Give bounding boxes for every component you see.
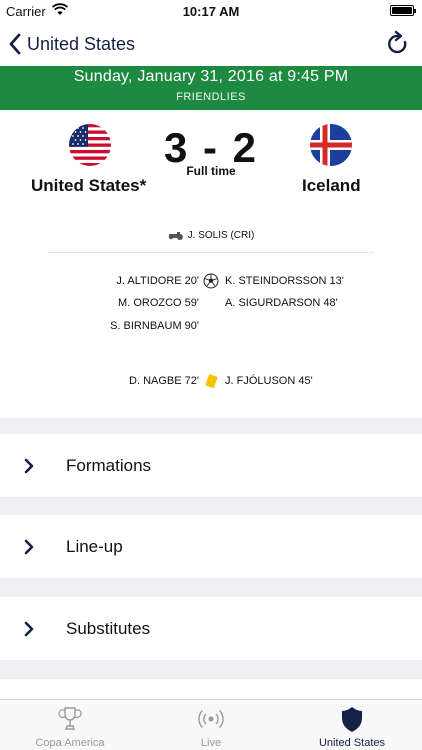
- section-separator: [0, 497, 422, 515]
- yellow-card-icon: [203, 373, 219, 389]
- next-row-partial: [0, 679, 422, 699]
- home-card-1: D. NAGBE 72': [129, 375, 199, 387]
- soccer-ball-icon: [203, 273, 219, 289]
- tab-copa-america[interactable]: Copa America: [0, 700, 140, 750]
- tab-live[interactable]: Live: [141, 700, 281, 750]
- back-button[interactable]: United States: [8, 31, 135, 57]
- clock-time: 10:17 AM: [182, 4, 240, 19]
- referee-info: J. SOLIS (CRI): [0, 230, 422, 241]
- chevron-right-icon: [24, 621, 34, 637]
- substitutes-row[interactable]: Substitutes: [0, 597, 422, 660]
- refresh-icon: [388, 30, 407, 54]
- tab-united-states-label: United States: [318, 737, 386, 749]
- back-button-label: United States: [27, 33, 136, 54]
- away-goal-1: K. STEINDORSSON 13': [225, 275, 344, 287]
- section-separator: [0, 418, 422, 434]
- referee-name: J. SOLIS (CRI): [187, 230, 255, 241]
- away-card-1: J. FJÓLUSON 45': [225, 375, 313, 387]
- competition-name: FRIENDLIES: [176, 91, 246, 103]
- match-date-banner: Sunday, January 31, 2016 at 9:45 PM FRIE…: [0, 66, 422, 110]
- status-bar: Carrier 10:17 AM: [0, 0, 422, 22]
- home-team-name: United States*: [31, 176, 147, 195]
- away-team-name: Iceland: [302, 176, 361, 195]
- lineup-row[interactable]: Line-up: [0, 515, 422, 578]
- navigation-bar: United States: [0, 22, 422, 66]
- match-date: Sunday, January 31, 2016 at 9:45 PM: [73, 68, 349, 85]
- shield-icon: [342, 707, 362, 732]
- whistle-icon: [168, 232, 183, 240]
- chevron-left-icon: [9, 33, 21, 55]
- tab-copa-america-label: Copa America: [35, 737, 105, 749]
- tab-united-states[interactable]: United States: [282, 700, 422, 750]
- battery-icon: [390, 5, 416, 16]
- home-goal-3: S. BIRNBAUM 90': [110, 320, 199, 332]
- home-goal-2: M. OROZCO 59': [118, 297, 199, 309]
- refresh-button[interactable]: [384, 30, 412, 58]
- formations-label: Formations: [66, 455, 152, 475]
- away-goal-2: A. SIGURDARSON 48': [225, 297, 338, 309]
- lineup-label: Line-up: [66, 536, 123, 556]
- chevron-right-icon: [24, 539, 34, 555]
- chevron-right-icon: [24, 458, 34, 474]
- formations-row[interactable]: Formations: [0, 434, 422, 497]
- trophy-icon: [58, 707, 82, 730]
- live-broadcast-icon: [198, 710, 224, 728]
- tab-live-label: Live: [200, 737, 222, 749]
- section-separator: [0, 578, 422, 597]
- divider: [48, 252, 374, 253]
- tab-bar: Copa America Live United States: [0, 699, 422, 750]
- section-separator: [0, 660, 422, 679]
- home-goal-1: J. ALTIDORE 20': [116, 275, 199, 287]
- substitutes-label: Substitutes: [66, 618, 151, 638]
